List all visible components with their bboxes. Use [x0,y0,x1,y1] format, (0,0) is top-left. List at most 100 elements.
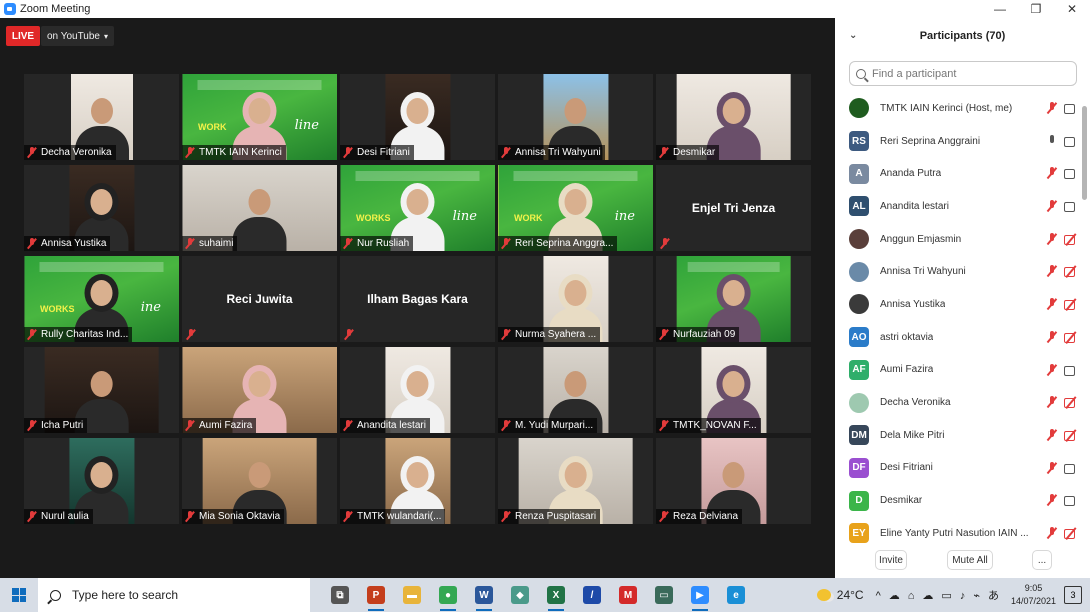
clock[interactable]: 9:05 14/07/2021 [1011,582,1056,608]
zoom-taskbar-button[interactable]: ▶ [682,578,718,612]
minimize-button[interactable]: — [982,0,1018,18]
video-tile[interactable]: WORK ine Reri Seprina Anggra... [498,165,653,251]
collapse-icon[interactable]: ⌄ [849,30,857,41]
video-tile[interactable]: WORKS line Nur Rusliah [340,165,495,251]
participant-list-scrollbar[interactable] [1082,106,1087,200]
red-app-taskbar-button[interactable]: M [610,578,646,612]
file-explorer-taskbar-button[interactable]: ▬ [394,578,430,612]
video-tile[interactable]: WORK line TMTK IAIN Kerinci [182,74,337,160]
video-tile[interactable]: Ilham Bagas Kara [340,256,495,342]
more-options-button[interactable]: ... [1032,550,1052,570]
video-tile[interactable]: TMTK_NOVAN F... [656,347,811,433]
participant-row[interactable]: A Ananda Putra [835,157,1080,190]
video-tile[interactable]: Nurul aulia [24,438,179,524]
participant-row[interactable]: DM Dela Mike Pitri [835,419,1080,452]
video-tile[interactable]: Desmikar [656,74,811,160]
video-tile[interactable]: suhaimi [182,165,337,251]
mic-muted-icon[interactable] [1046,494,1058,506]
notification-center-icon[interactable]: 3 [1064,586,1082,604]
restore-button[interactable]: ❐ [1018,0,1054,18]
video-tile[interactable]: M. Yudi Murpari... [498,347,653,433]
participant-row[interactable]: Decha Veronika [835,386,1080,419]
participant-row[interactable]: AL Anandita lestari [835,190,1080,223]
mic-muted-icon[interactable] [1046,428,1058,441]
mic-muted-icon [659,238,671,249]
invite-button[interactable]: Invite [875,550,907,570]
mic-muted-icon[interactable] [1046,200,1058,212]
app-green-taskbar-button[interactable]: ◆ [502,578,538,612]
taskbar-search-box[interactable]: Type here to search [38,578,310,612]
participant-row[interactable]: Annisa Yustika [835,288,1080,321]
participant-row[interactable]: RS Reri Seprina Anggraini [835,125,1080,158]
participant-name: Annisa Tri Wahyuni [515,147,601,158]
participant-list-name: Annisa Tri Wahyuni [880,266,966,278]
avatar [849,294,869,315]
video-tile[interactable]: Enjel Tri Jenza [656,165,811,251]
participant-row[interactable]: TMTK IAIN Kerinci (Host, me) [835,92,1080,125]
mic-muted-icon[interactable] [1046,461,1058,474]
live-badge[interactable]: LIVE [6,26,40,46]
word-taskbar-button[interactable]: W [466,578,502,612]
find-participant-input[interactable]: Find a participant [849,61,1077,86]
video-tile[interactable]: TMTK wulandari(... [340,438,495,524]
video-tile[interactable]: Mia Sonia Oktavia [182,438,337,524]
weather-widget[interactable]: 24°C [816,588,864,602]
video-tile[interactable]: Annisa Yustika [24,165,179,251]
task-view-taskbar-button[interactable]: ⧉ [322,578,358,612]
video-tile[interactable]: Annisa Tri Wahyuni [498,74,653,160]
mic-muted-icon[interactable] [1046,330,1058,343]
excel-taskbar-button[interactable]: X [538,578,574,612]
participant-row[interactable]: Anggun Emjasmin [835,223,1080,256]
video-tile[interactable]: Aumi Fazira [182,347,337,433]
participant-row[interactable]: AO astri oktavia [835,321,1080,354]
video-tile[interactable]: Renza Puspitasari [498,438,653,524]
video-tile[interactable]: Nurma Syahera ... [498,256,653,342]
chrome-taskbar-button[interactable]: ● [430,578,466,612]
close-button[interactable]: ✕ [1054,0,1090,18]
video-tile[interactable]: Reza Delviana [656,438,811,524]
video-tile[interactable]: Reci Juwita [182,256,337,342]
tray-icon[interactable]: ☁ [922,590,933,602]
tray-icon[interactable]: ⌁ [973,590,980,602]
live-destination-dropdown[interactable]: on YouTube ▾ [41,26,114,46]
mic-muted-icon[interactable] [1046,363,1058,376]
mic-muted-icon[interactable] [1046,396,1058,408]
video-tile[interactable]: Decha Veronika [24,74,179,160]
mic-muted-icon[interactable] [1046,526,1058,539]
screen-app-taskbar-button[interactable]: ▭ [646,578,682,612]
video-tile[interactable]: Icha Putri [24,347,179,433]
tray-icon[interactable]: ☁ [889,590,900,602]
participant-row[interactable]: D Desmikar [835,484,1080,517]
participant-row[interactable]: DF Desi Fitriani [835,452,1080,485]
video-tile[interactable]: Anandita lestari [340,347,495,433]
tray-icon[interactable]: あ [988,590,999,602]
mic-muted-icon[interactable] [1046,167,1058,179]
mic-muted-icon[interactable] [1046,265,1058,277]
pen-app-taskbar-button[interactable]: / [574,578,610,612]
tray-icon[interactable]: ^ [876,590,881,602]
participant-row[interactable]: EY Eline Yanty Putri Nasution IAIN ... [835,517,1080,550]
powerpoint-taskbar-button[interactable]: P [358,578,394,612]
participant-name: Aumi Fazira [199,420,253,431]
tray-icon[interactable]: ▭ [941,590,951,602]
tray-icon[interactable]: ♪ [960,590,966,602]
tray-icon[interactable]: ⌂ [908,590,915,602]
mic-muted-icon[interactable] [1046,232,1058,245]
participant-row[interactable]: Annisa Tri Wahyuni [835,255,1080,288]
video-tile[interactable]: WORKS ine Rully Charitas Ind... [24,256,179,342]
mic-muted-icon[interactable] [1046,298,1058,310]
edge-taskbar-button[interactable]: e [718,578,754,612]
mute-all-button[interactable]: Mute All [947,550,993,570]
mic-muted-icon [185,329,197,340]
mic-muted-icon [184,511,196,522]
mic-muted-icon[interactable] [1046,102,1058,114]
video-tile[interactable]: Desi Fitriani [340,74,495,160]
start-button[interactable] [0,578,38,612]
avatar: AF [849,359,869,380]
participant-name-label: Annisa Yustika [24,236,111,251]
participant-row[interactable]: AF Aumi Fazira [835,354,1080,387]
mic-icon[interactable] [1046,134,1058,147]
pen-app-icon: / [583,586,601,604]
video-tile[interactable]: Nurfauziah 09 [656,256,811,342]
banner-text: WORKS [40,304,75,314]
